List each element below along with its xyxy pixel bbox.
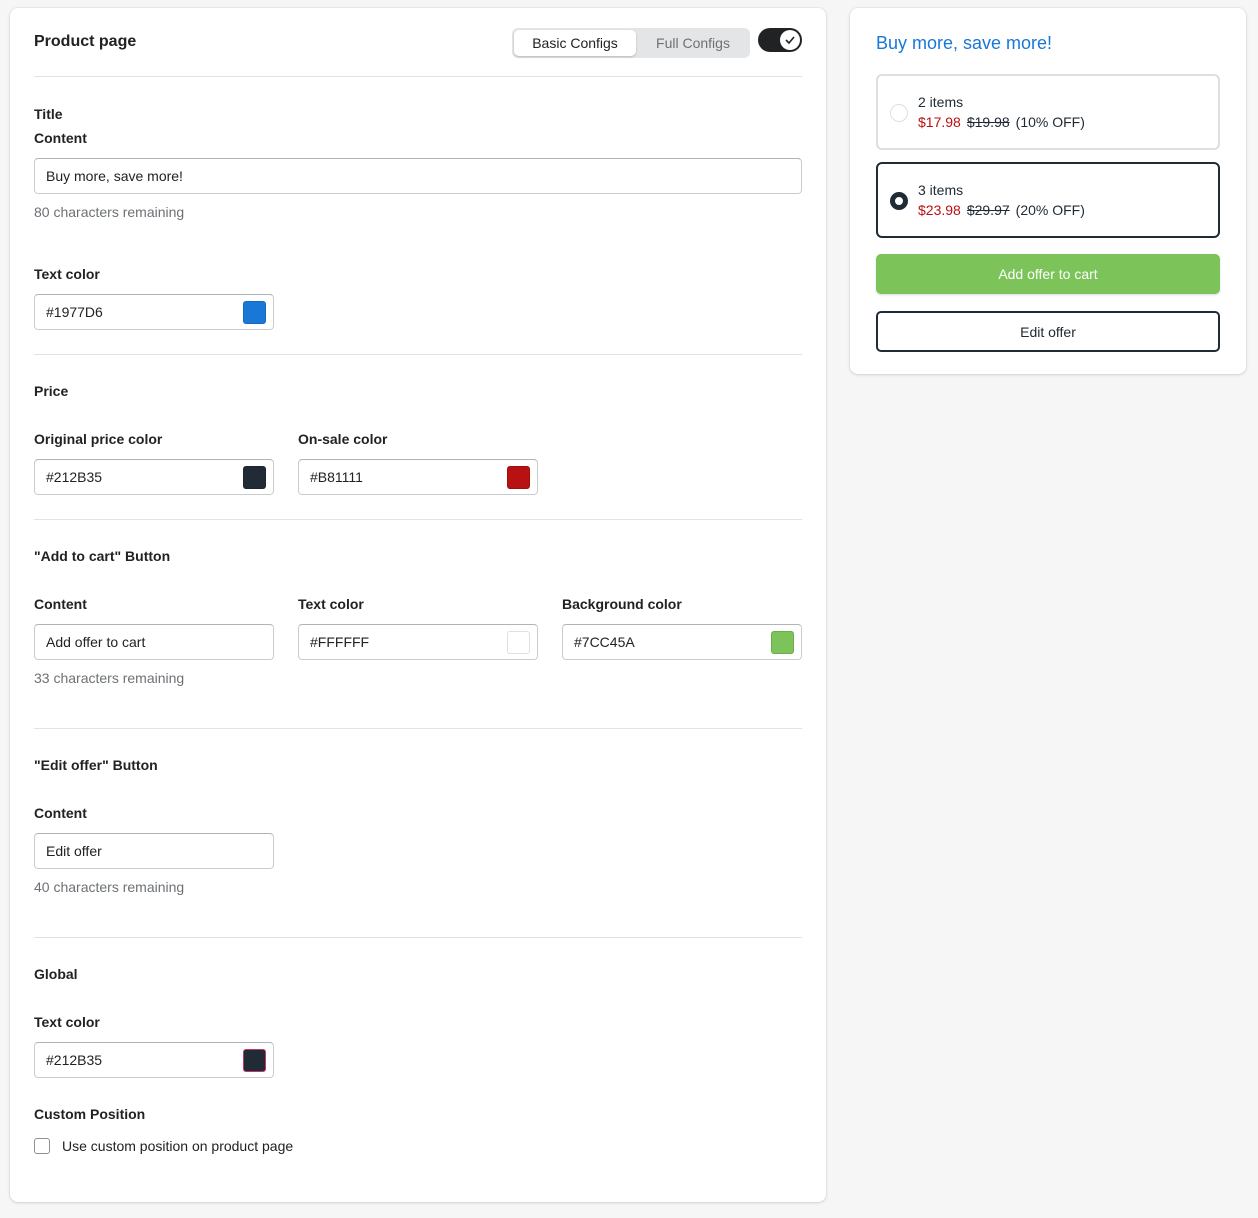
original-price-color-input[interactable]: #212B35 [34, 459, 274, 495]
preview-card: Buy more, save more! 2 items $17.98 $19.9… [850, 8, 1246, 374]
title-content-label: Content [34, 130, 87, 146]
edit-offer-content-label: Content [34, 805, 87, 821]
add-to-cart-text-color-value: #FFFFFF [310, 634, 370, 650]
add-to-cart-bg-color-input[interactable]: #7CC45A [562, 624, 802, 660]
preview-title: Buy more, save more! [876, 33, 1053, 53]
custom-position-heading: Custom Position [34, 1106, 146, 1122]
on-sale-color-label: On-sale color [298, 431, 388, 447]
original-price: $29.97 [966, 202, 1010, 218]
add-to-cart-text-color-label: Text color [298, 596, 364, 612]
sale-price: $17.98 [918, 114, 961, 130]
add-offer-to-cart-button[interactable]: Add offer to cart [876, 254, 1220, 294]
add-to-cart-section-heading: "Add to cart" Button [34, 548, 171, 564]
page-title: Product page [34, 33, 137, 50]
option-price-line: $23.98 $29.97 (20% OFF) [918, 202, 1085, 218]
divider [34, 354, 802, 355]
radio-button[interactable] [890, 104, 908, 122]
title-content-input[interactable]: Buy more, save more! [34, 158, 802, 194]
edit-offer-remaining-text: 40 characters remaining [34, 879, 185, 895]
add-to-cart-content-label: Content [34, 596, 87, 612]
original-price: $19.98 [966, 114, 1010, 130]
title-text-color-value: #1977D6 [46, 304, 103, 320]
on-sale-color-input[interactable]: #B81111 [298, 459, 538, 495]
global-text-color-label: Text color [34, 1014, 100, 1030]
title-remaining-text: 80 characters remaining [34, 204, 185, 220]
offer-option-2-items[interactable]: 2 items $17.98 $19.98 (10% OFF) [876, 74, 1220, 150]
offer-option-3-items[interactable]: 3 items $23.98 $29.97 (20% OFF) [876, 162, 1220, 238]
tab-basic-configs[interactable]: Basic Configs [514, 30, 636, 56]
title-text-color-label: Text color [34, 266, 100, 282]
divider [34, 937, 802, 938]
divider [34, 519, 802, 520]
on-sale-color-value: #B81111 [310, 469, 363, 485]
original-price-color-value: #212B35 [46, 469, 103, 485]
title-text-color-input[interactable]: #1977D6 [34, 294, 274, 330]
option-price-line: $17.98 $19.98 (10% OFF) [918, 114, 1085, 130]
global-text-color-input[interactable]: #212B35 [34, 1042, 274, 1078]
checkmark-icon [780, 30, 800, 50]
add-to-cart-content-input[interactable]: Add offer to cart [34, 624, 274, 660]
on-sale-color-swatch[interactable] [507, 466, 530, 489]
price-section-heading: Price [34, 383, 69, 399]
global-section-heading: Global [34, 966, 78, 982]
global-text-color-swatch[interactable] [243, 1049, 266, 1072]
add-to-cart-bg-color-value: #7CC45A [574, 634, 635, 650]
custom-position-label[interactable]: Use custom position on product page [62, 1138, 293, 1154]
discount-label: (10% OFF) [1015, 114, 1085, 130]
title-color-swatch[interactable] [243, 301, 266, 324]
option-quantity: 2 items [918, 94, 964, 110]
option-quantity: 3 items [918, 182, 964, 198]
divider [34, 76, 802, 77]
add-to-cart-bg-color-swatch[interactable] [771, 631, 794, 654]
title-section-heading: Title [34, 106, 63, 122]
add-to-cart-bg-color-label: Background color [562, 596, 682, 612]
divider [34, 728, 802, 729]
tab-full-configs[interactable]: Full Configs [638, 30, 748, 56]
radio-button[interactable] [890, 192, 908, 210]
global-text-color-value: #212B35 [46, 1052, 103, 1068]
discount-label: (20% OFF) [1015, 202, 1085, 218]
add-to-cart-remaining-text: 33 characters remaining [34, 670, 185, 686]
enable-toggle[interactable] [758, 28, 802, 52]
original-price-color-label: Original price color [34, 431, 163, 447]
original-price-color-swatch[interactable] [243, 466, 266, 489]
custom-position-checkbox[interactable] [34, 1138, 50, 1154]
settings-card: Product page Basic Configs Full Configs … [10, 8, 826, 1202]
edit-offer-content-input[interactable]: Edit offer [34, 833, 274, 869]
edit-offer-section-heading: "Edit offer" Button [34, 757, 158, 773]
edit-offer-button[interactable]: Edit offer [876, 311, 1220, 352]
config-mode-switcher: Basic Configs Full Configs [512, 28, 750, 58]
sale-price: $23.98 [918, 202, 961, 218]
add-to-cart-text-color-swatch[interactable] [507, 631, 530, 654]
add-to-cart-text-color-input[interactable]: #FFFFFF [298, 624, 538, 660]
